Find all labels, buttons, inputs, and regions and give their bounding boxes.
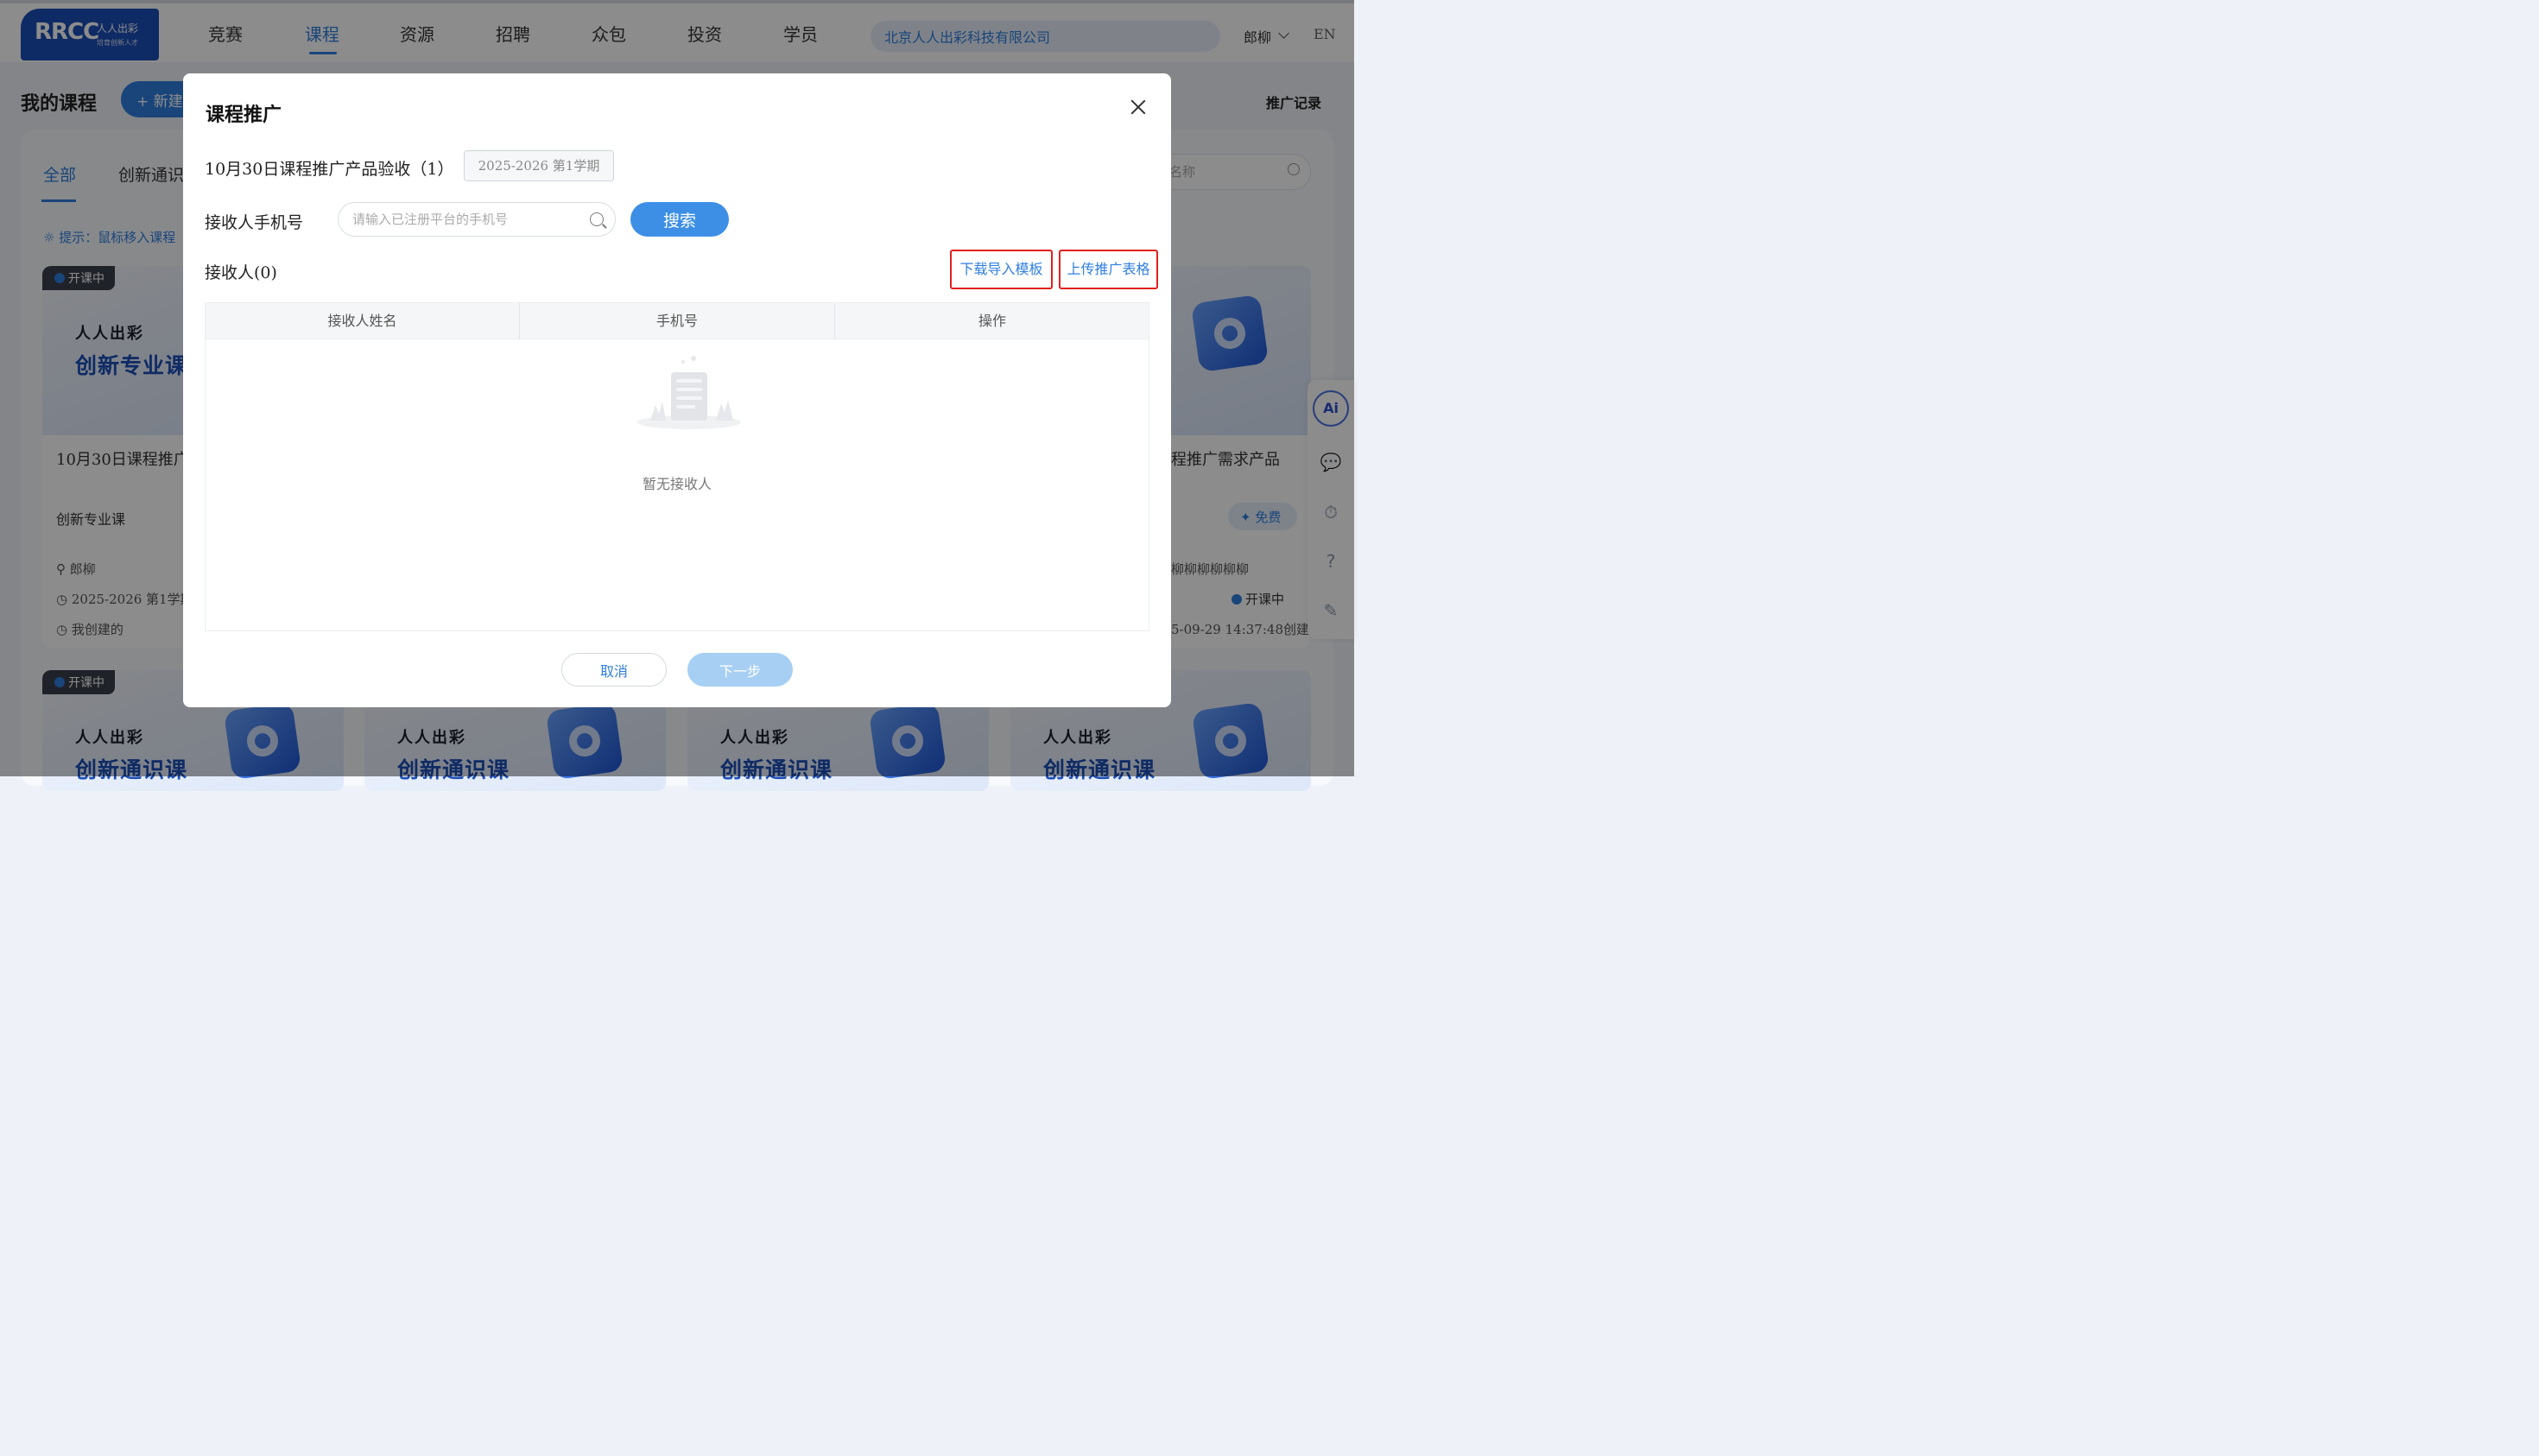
course-promotion-dialog: 课程推广 10月30日课程推广产品验收（1） 2025-2026 第1学期 接收… xyxy=(183,73,1171,707)
close-icon[interactable] xyxy=(1129,98,1148,117)
course-name: 10月30日课程推广产品验收（1） xyxy=(205,160,454,179)
receivers-table: 接收人姓名 手机号 操作 暂无接收人 xyxy=(205,302,1149,631)
search-button[interactable]: 搜索 xyxy=(630,202,729,237)
empty-state-text: 暂无接收人 xyxy=(642,476,712,492)
dialog-title: 课程推广 xyxy=(206,104,282,126)
upload-table-button[interactable]: 上传推广表格 xyxy=(1059,250,1158,289)
column-receiver-name: 接收人姓名 xyxy=(327,313,397,329)
cancel-button[interactable]: 取消 xyxy=(561,653,667,687)
empty-state-icon xyxy=(637,356,741,429)
search-icon[interactable] xyxy=(590,212,604,226)
next-step-button[interactable]: 下一步 xyxy=(687,653,793,687)
phone-search-input[interactable] xyxy=(338,202,616,237)
receivers-count-label: 接收人(0) xyxy=(205,263,277,282)
column-phone: 手机号 xyxy=(655,313,698,329)
column-actions: 操作 xyxy=(978,313,1006,329)
table-header: 接收人姓名 手机号 操作 xyxy=(206,303,1149,339)
term-tag: 2025-2026 第1学期 xyxy=(464,150,614,181)
download-template-button[interactable]: 下载导入模板 xyxy=(950,250,1053,289)
phone-label: 接收人手机号 xyxy=(205,213,304,232)
